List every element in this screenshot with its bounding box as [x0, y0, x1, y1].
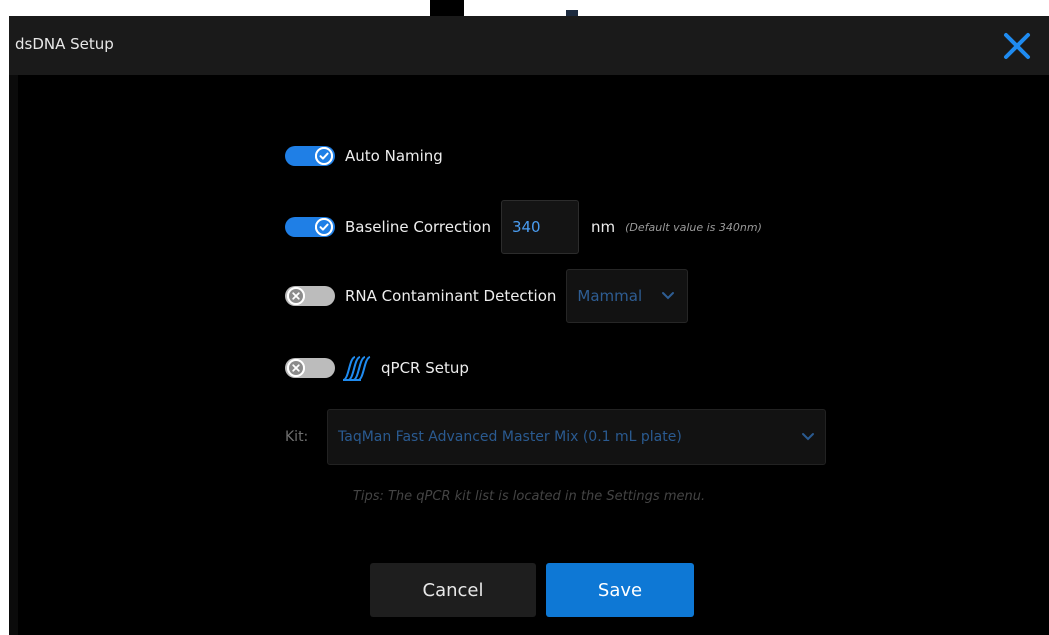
chevron-down-icon	[662, 292, 675, 300]
check-icon	[315, 218, 333, 236]
check-icon	[315, 147, 333, 165]
qpcr-label: qPCR Setup	[381, 359, 469, 377]
kit-tips: Tips: The qPCR kit list is located in th…	[352, 489, 706, 504]
cancel-button[interactable]: Cancel	[370, 563, 536, 617]
qpcr-row: qPCR Setup	[285, 353, 469, 383]
dialog-titlebar: dsDNA Setup	[9, 16, 1049, 75]
auto-naming-label: Auto Naming	[345, 147, 443, 165]
x-circle-icon	[287, 359, 305, 377]
setup-dialog: dsDNA Setup Auto Naming Baseline Correct…	[9, 16, 1049, 635]
kit-select[interactable]: TaqMan Fast Advanced Master Mix (0.1 mL …	[327, 409, 826, 465]
baseline-correction-label: Baseline Correction	[345, 218, 491, 236]
rna-contaminant-label: RNA Contaminant Detection	[345, 287, 557, 305]
x-circle-icon	[287, 287, 305, 305]
default-value-hint: (Default value is 340nm)	[625, 220, 762, 234]
baseline-correction-toggle[interactable]	[285, 217, 335, 237]
qpcr-toggle[interactable]	[285, 358, 335, 378]
save-button[interactable]: Save	[546, 563, 694, 617]
baseline-correction-row: Baseline Correction 340 nm (Default valu…	[285, 199, 762, 255]
close-icon[interactable]	[1002, 31, 1032, 61]
background-window-strip	[0, 0, 1049, 16]
dialog-title: dsDNA Setup	[15, 35, 114, 53]
auto-naming-toggle[interactable]	[285, 146, 335, 166]
rna-contaminant-row: RNA Contaminant Detection Mammal	[285, 268, 689, 324]
baseline-wavelength-input[interactable]: 340	[500, 200, 579, 254]
background-window-block	[430, 0, 464, 16]
chevron-down-icon	[802, 433, 814, 441]
dialog-left-edge	[9, 75, 18, 635]
species-select-value: Mammal	[577, 287, 643, 305]
species-select[interactable]: Mammal	[566, 269, 689, 323]
wavelength-unit: nm	[590, 218, 616, 236]
auto-naming-row: Auto Naming	[285, 144, 443, 168]
qpcr-curves-icon	[342, 356, 371, 381]
kit-label: Kit:	[285, 429, 309, 445]
kit-select-value: TaqMan Fast Advanced Master Mix (0.1 mL …	[338, 429, 682, 445]
rna-contaminant-toggle[interactable]	[285, 286, 335, 306]
